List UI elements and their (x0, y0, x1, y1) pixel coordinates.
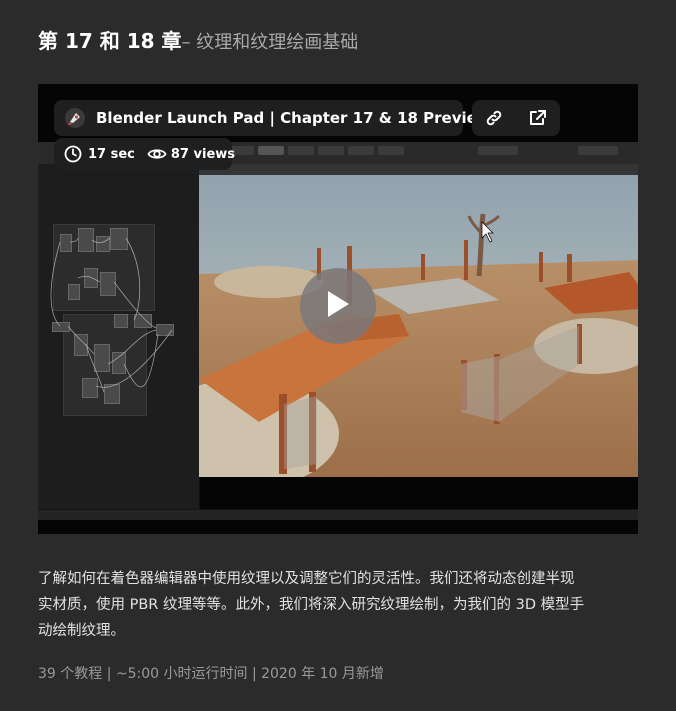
description-line: 动绘制纹理。 (38, 623, 125, 639)
node-links (50, 237, 173, 393)
description-line: 实材质，使用 PBR 纹理等等。此外，我们将深入研究纹理绘制，为我们的 3D 模… (38, 597, 585, 613)
page-title: 第 17 和 18 章– 纹理和纹理绘画基础 (38, 28, 358, 56)
video-title[interactable]: Blender Launch Pad | Chapter 17 & 18 Pre… (96, 109, 491, 127)
video-share-controls (472, 100, 560, 136)
chapter-description: 了解如何在着色器编辑器中使用纹理以及调整它们的灵活性。我们还将动态创建半现 实材… (38, 566, 638, 644)
chapter-subtitle: – 纹理和纹理绘画基础 (181, 32, 359, 53)
video-player[interactable]: Blender Launch Pad | Chapter 17 & 18 Pre… (38, 84, 638, 534)
shader-node-editor (38, 164, 200, 509)
blender-launch-pad-logo-icon (64, 107, 86, 129)
eye-icon (147, 145, 167, 163)
description-line: 了解如何在着色器编辑器中使用纹理以及调整它们的灵活性。我们还将动态创建半现 (38, 571, 575, 587)
course-meta: 39 个教程 | ~5:00 小时运行时间 | 2020 年 10 月新增 (38, 666, 384, 682)
chapter-label: 第 17 和 18 章 (38, 29, 182, 53)
3d-viewport-scene (199, 164, 638, 477)
play-icon (325, 289, 351, 323)
video-views: 87 views (170, 146, 236, 162)
play-button[interactable] (300, 268, 376, 344)
clock-icon (64, 145, 82, 163)
external-link-icon[interactable] (527, 107, 549, 129)
video-title-bar[interactable]: Blender Launch Pad | Chapter 17 & 18 Pre… (54, 100, 491, 136)
link-icon[interactable] (483, 107, 505, 129)
blender-statusbar (38, 509, 638, 520)
video-duration: 17 sec (88, 146, 135, 162)
video-stats: 17 sec 87 views (54, 138, 236, 170)
viewport-header (199, 164, 638, 175)
